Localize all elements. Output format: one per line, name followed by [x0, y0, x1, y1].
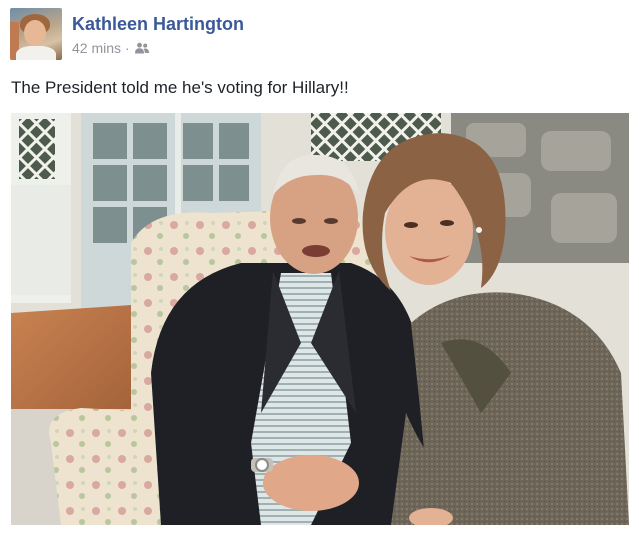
author-avatar[interactable] — [10, 8, 62, 60]
post-timestamp[interactable]: 42 mins — [72, 40, 121, 56]
photo-illustration — [11, 113, 629, 525]
feed-post: Kathleen Hartington 42 mins · The Presid… — [0, 0, 639, 533]
meta-separator: · — [125, 40, 130, 56]
post-message: The President told me he's voting for Hi… — [11, 78, 349, 97]
author-name-link[interactable]: Kathleen Hartington — [72, 14, 244, 35]
post-photo[interactable] — [11, 113, 629, 525]
post-meta: 42 mins · — [72, 40, 150, 56]
friends-icon[interactable] — [134, 42, 150, 54]
